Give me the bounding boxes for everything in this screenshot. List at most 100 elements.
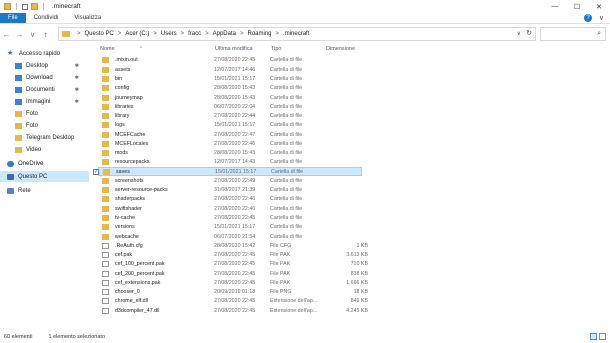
recent-locations-button[interactable]: ∨ (26, 30, 39, 39)
breadcrumb-item[interactable]: .minecraft (283, 31, 309, 37)
file-row[interactable]: webcache 06/07/2020 21:54 Cartella di file (98, 232, 362, 241)
refresh-icon[interactable]: ↻ (526, 29, 532, 37)
sidebar-item[interactable]: Foto (0, 120, 89, 131)
breadcrumb-separator-icon[interactable]: > (153, 31, 157, 37)
tab-file[interactable]: File (0, 13, 26, 23)
details-view-icon[interactable] (590, 333, 597, 340)
sidebar-item[interactable]: Immagini ✱ (0, 96, 89, 107)
column-header-type[interactable]: Tipo (271, 46, 282, 52)
file-row[interactable]: .mixin.out 27/08/2020 22:45 Cartella di fi… (98, 56, 362, 65)
properties-checkbox-icon[interactable] (22, 3, 28, 10)
sidebar-item-label: Telegram Desktop (26, 134, 75, 141)
file-row[interactable]: tv-cache 27/08/2020 22:45 Cartella di file (98, 214, 362, 223)
file-row[interactable]: cef_200_percent.pak 27/08/2020 22:45 File … (98, 269, 368, 278)
network-icon (7, 187, 14, 194)
forward-button[interactable]: → (13, 30, 26, 39)
breadcrumb-item[interactable]: Users (161, 31, 177, 37)
folder-icon (102, 177, 109, 184)
file-row[interactable]: resourcepacks 12/07/2017 14:43 Cartella di… (98, 158, 362, 167)
folder-icon (102, 159, 109, 166)
file-row[interactable]: cef_extensions.pak 27/08/2020 22:45 File P… (98, 278, 368, 287)
file-type: Cartella di file (270, 94, 303, 101)
sidebar-item[interactable]: ★ Accesso rapido (0, 48, 89, 59)
file-row[interactable]: cef_100_percent.pak 27/08/2020 22:45 File … (98, 260, 368, 269)
large-icons-view-icon[interactable] (599, 333, 606, 340)
sidebar-item[interactable]: OneDrive (0, 158, 89, 169)
close-button[interactable]: ✕ (588, 0, 610, 13)
file-type: Cartella di file (270, 159, 303, 166)
column-header-name[interactable]: Nome (100, 46, 115, 52)
breadcrumb-item[interactable]: Acer (C:) (125, 31, 149, 37)
file-modified: 15/01/2021 15:17 (214, 122, 256, 129)
file-row[interactable]: ✓ saves 15/01/2021 15:17 Cartella di file (93, 167, 362, 177)
file-row[interactable]: cef.pak 27/08/2020 22:45 File PAK 3.613 KB (98, 251, 368, 260)
file-modified: 28/08/2020 15:42 (214, 242, 256, 249)
file-row[interactable]: assets 12/07/2017 14:46 Cartella di file (98, 65, 362, 74)
sidebar-item[interactable]: Telegram Desktop (0, 132, 89, 143)
up-button[interactable]: ↑ (39, 30, 52, 39)
file-type: Cartella di file (270, 150, 303, 157)
sidebar-item-label: OneDrive (18, 160, 44, 167)
file-name: libraries (115, 103, 134, 110)
sidebar-item[interactable]: Video (0, 144, 89, 155)
file-row[interactable]: .ReAuth.cfg 28/08/2020 15:42 File CFG 1 KB (98, 241, 368, 250)
file-row[interactable]: swiftshader 27/08/2020 22:46 Cartella di f… (98, 204, 362, 213)
file-row[interactable]: library 27/08/2020 22:44 Cartella di file (98, 112, 362, 121)
file-type: File PAK (270, 270, 291, 277)
file-row[interactable]: server-resource-packs 31/08/2017 21:39 Car… (98, 186, 362, 195)
sidebar-item[interactable]: Questo PC (0, 171, 89, 182)
search-box[interactable]: ⌕ (540, 27, 606, 41)
file-modified: 27/08/2020 22:45 (214, 298, 256, 305)
file-size: 1.666 KB (346, 279, 368, 286)
breadcrumb: > Questo PC > Acer (C:) > Users > fracc > AppData… (73, 31, 309, 37)
sidebar-item[interactable]: Foto (0, 108, 89, 119)
file-modified: 28/08/2020 15:43 (214, 150, 256, 157)
expand-ribbon-icon[interactable]: ∨ (599, 14, 604, 22)
sidebar-item[interactable]: Desktop ✱ (0, 60, 89, 71)
file-row[interactable]: MCEFCache 27/08/2020 22:47 Cartella di fil… (98, 130, 362, 139)
file-row[interactable]: libraries 06/07/2020 22:04 Cartella di fil… (98, 102, 362, 111)
sidebar-item[interactable]: Documenti ✱ (0, 84, 89, 95)
help-icon[interactable]: ? (584, 14, 592, 22)
file-row[interactable]: screenshots 27/08/2020 22:49 Cartella di f… (98, 177, 362, 186)
address-dropdown-icon[interactable]: ∨ (517, 30, 521, 37)
new-folder-icon[interactable] (31, 3, 38, 10)
breadcrumb-separator-icon[interactable]: > (240, 31, 244, 37)
back-button[interactable]: ← (0, 30, 13, 39)
file-name: journeymap (115, 94, 143, 101)
file-row[interactable]: logs 15/01/2021 15:17 Cartella di file (98, 121, 362, 130)
file-row[interactable]: mods 28/08/2020 15:43 Cartella di file (98, 149, 362, 158)
file-row[interactable]: d3dcompiler_47.dll 27/08/2020 22:45 Estens… (98, 306, 368, 315)
breadcrumb-item[interactable]: fracc (188, 31, 201, 37)
file-row[interactable]: bin 15/01/2021 15:17 Cartella di file (98, 75, 362, 84)
file-row[interactable]: config 28/08/2020 15:43 Cartella di file (98, 84, 362, 93)
file-modified: 27/08/2020 22:45 (214, 57, 256, 64)
file-row[interactable]: MCEFLocales 27/08/2020 22:46 Cartella di f… (98, 139, 362, 148)
column-header-modified[interactable]: Ultima modifica (215, 46, 253, 52)
breadcrumb-separator-icon[interactable]: > (205, 31, 209, 37)
sidebar-item[interactable]: Download ✱ (0, 72, 89, 83)
row-checkbox-icon[interactable]: ✓ (93, 168, 99, 175)
sidebar-item[interactable]: Rete (0, 185, 89, 196)
tab-condividi[interactable]: Condividi (26, 13, 67, 23)
file-row[interactable]: chrome_elf.dll 27/08/2020 22:45 Estensione… (98, 297, 368, 306)
maximize-button[interactable]: ☐ (566, 0, 588, 13)
file-row[interactable]: shaderpacks 27/08/2020 22:46 Cartella di f… (98, 195, 362, 204)
breadcrumb-separator-icon[interactable]: > (118, 31, 122, 37)
file-row[interactable]: journeymap 28/08/2020 15:43 Cartella di fi… (98, 93, 362, 102)
breadcrumb-item[interactable]: AppData (213, 31, 236, 37)
breadcrumb-item[interactable]: Roaming (248, 31, 272, 37)
address-bar[interactable]: > Questo PC > Acer (C:) > Users > fracc > AppData… (58, 27, 536, 41)
window-title: .minecraft (52, 3, 81, 10)
breadcrumb-separator-icon[interactable]: > (276, 31, 280, 37)
breadcrumb-item[interactable]: Questo PC (85, 31, 114, 37)
tab-visualizza[interactable]: Visualizza (66, 13, 109, 23)
file-type: Cartella di file (271, 168, 304, 175)
column-header-size[interactable]: Dimensione (326, 46, 355, 52)
sidebar-item-label: Foto (26, 110, 39, 117)
file-row[interactable]: versions 15/01/2021 15:17 Cartella di file (98, 223, 362, 232)
breadcrumb-separator-icon[interactable]: > (181, 31, 185, 37)
breadcrumb-separator-icon[interactable]: > (77, 31, 81, 37)
minimize-button[interactable]: — (544, 0, 566, 13)
file-row[interactable]: chooser_0 20/09/2019 01:18 File PNG 18 KB (98, 288, 368, 297)
